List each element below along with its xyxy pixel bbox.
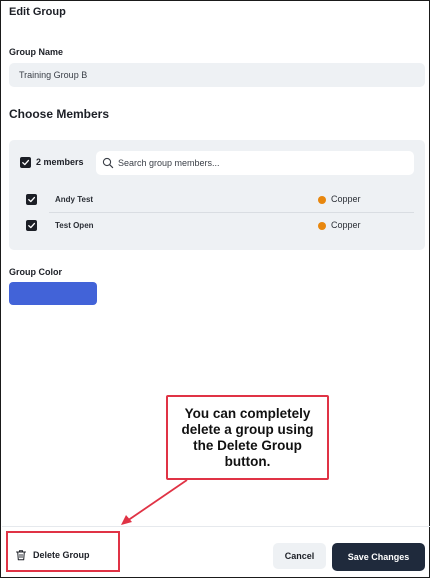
choose-members-heading: Choose Members: [9, 107, 110, 121]
annotation-arrow: [121, 479, 188, 525]
selected-members-count: 2 members: [36, 157, 84, 167]
checkmark-icon: [28, 196, 36, 203]
cancel-button[interactable]: Cancel: [273, 543, 326, 569]
delete-group-button[interactable]: Delete Group: [15, 547, 90, 563]
member-search-input[interactable]: [118, 151, 408, 175]
checkmark-icon: [28, 222, 36, 229]
trash-icon: [16, 550, 26, 561]
member-name: Test Open: [55, 221, 94, 230]
checkmark-icon: [22, 159, 30, 166]
annotation-text: You can completely delete a group using …: [181, 405, 314, 469]
group-name-input[interactable]: [9, 63, 425, 87]
member-checkbox[interactable]: [26, 220, 37, 231]
group-name-label: Group Name: [9, 47, 64, 57]
member-name: Andy Test: [55, 195, 94, 204]
select-all-checkbox[interactable]: [20, 157, 31, 168]
group-color-label: Group Color: [9, 267, 62, 277]
role-status-dot: [318, 196, 326, 204]
member-role: Copper: [331, 220, 361, 230]
footer-divider: [2, 526, 430, 527]
role-status-dot: [318, 222, 326, 230]
member-row[interactable]: Andy Test Copper: [9, 187, 425, 213]
member-role: Copper: [331, 194, 361, 204]
group-color-swatch[interactable]: [9, 282, 97, 305]
member-checkbox[interactable]: [26, 194, 37, 205]
save-changes-button[interactable]: Save Changes: [332, 543, 425, 571]
member-search[interactable]: [96, 151, 414, 175]
member-row[interactable]: Test Open Copper: [9, 213, 425, 239]
annotation-callout: You can completely delete a group using …: [166, 395, 329, 480]
search-icon: [102, 157, 114, 169]
dialog-title: Edit Group: [9, 6, 66, 18]
members-panel: 2 members Andy Test Copper Test Open Cop…: [9, 140, 425, 250]
edit-group-dialog: Edit Group Group Name Choose Members 2 m…: [0, 0, 430, 578]
delete-group-label: Delete Group: [33, 550, 90, 560]
